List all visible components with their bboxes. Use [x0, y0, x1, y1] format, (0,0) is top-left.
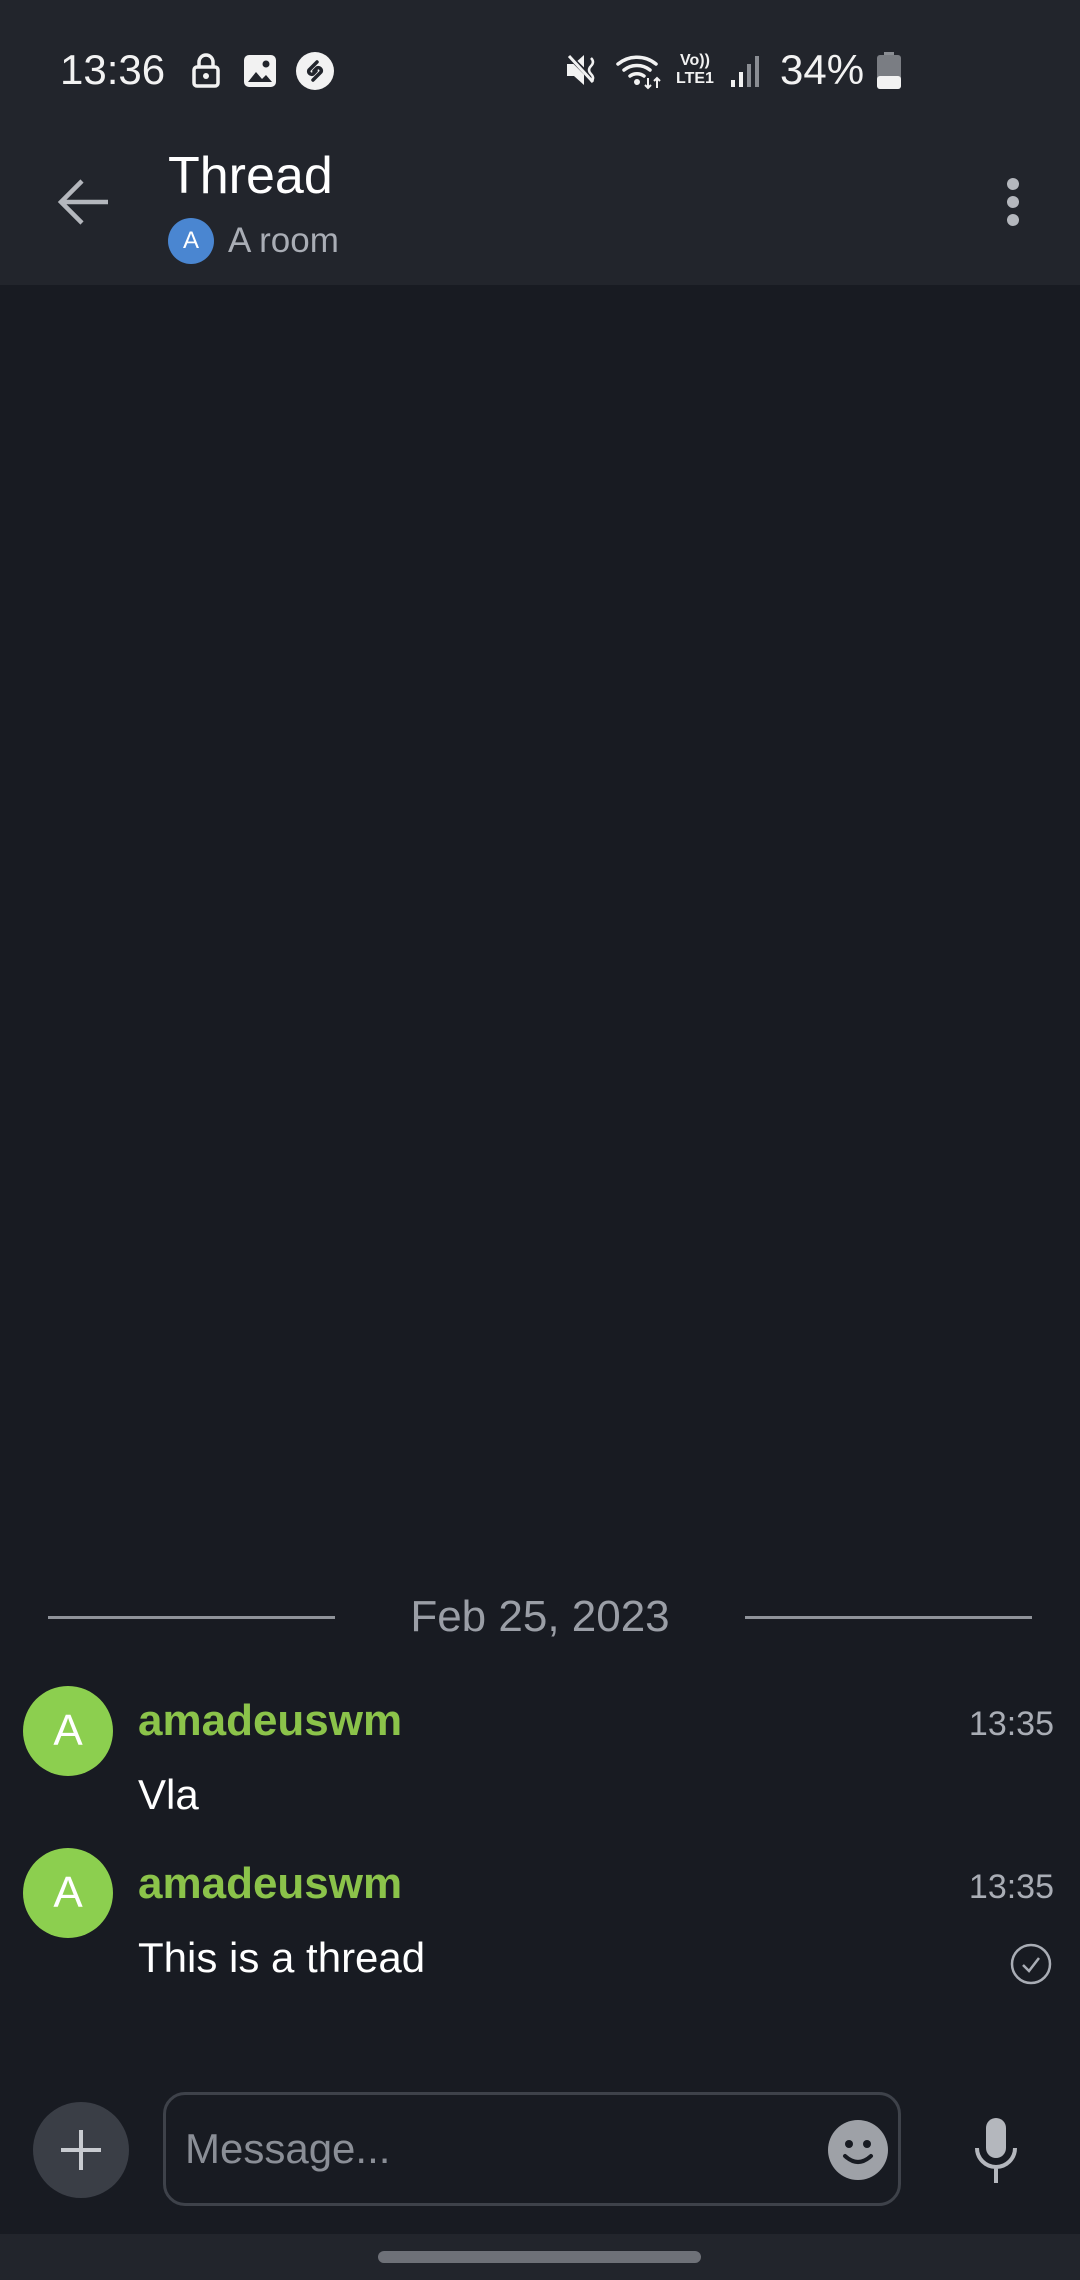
volte-label: Vo)): [680, 52, 710, 69]
emoji-icon[interactable]: [828, 2120, 888, 2180]
home-gesture-handle[interactable]: [378, 2251, 701, 2263]
date-divider-line-right: [745, 1616, 1032, 1619]
room-name[interactable]: A room: [228, 220, 339, 262]
volte-lte-icon: Vo)) LTE1: [676, 52, 714, 88]
message-body: Vla: [138, 1771, 199, 1818]
room-avatar: A: [168, 218, 214, 264]
sender-name[interactable]: amadeuswm: [138, 1696, 402, 1746]
status-time: 13:36: [60, 46, 166, 93]
sender-avatar[interactable]: A: [23, 1686, 113, 1776]
image-icon: [243, 54, 277, 88]
date-divider-line-left: [48, 1616, 335, 1619]
lock-icon: [192, 52, 220, 88]
signal-icon: [730, 54, 762, 88]
microphone-icon[interactable]: [972, 2118, 1020, 2184]
add-attachment-button[interactable]: [33, 2102, 129, 2198]
message-input-placeholder[interactable]: Message...: [185, 2124, 390, 2174]
check-circle-icon: [1010, 1943, 1052, 1985]
mute-icon: [565, 52, 601, 88]
shazam-icon: [295, 51, 335, 91]
battery-icon: [876, 52, 902, 90]
message-body: This is a thread: [138, 1934, 426, 1981]
wifi-icon: [615, 50, 663, 90]
lte-label: LTE1: [676, 70, 714, 87]
date-separator: Feb 25, 2023: [410, 1592, 670, 1641]
message-time: 13:35: [968, 1868, 1054, 1906]
sender-name[interactable]: amadeuswm: [138, 1859, 402, 1909]
message-time: 13:35: [968, 1705, 1054, 1743]
status-bar: 13:36 Vo)) LTE1 34%: [0, 0, 1080, 120]
sender-avatar[interactable]: A: [23, 1848, 113, 1938]
back-arrow-icon[interactable]: [56, 178, 110, 226]
more-options-icon[interactable]: [1005, 177, 1021, 227]
thread-toolbar: [0, 120, 1080, 285]
battery-percent: 34%: [780, 46, 865, 93]
page-title: Thread: [168, 147, 333, 205]
